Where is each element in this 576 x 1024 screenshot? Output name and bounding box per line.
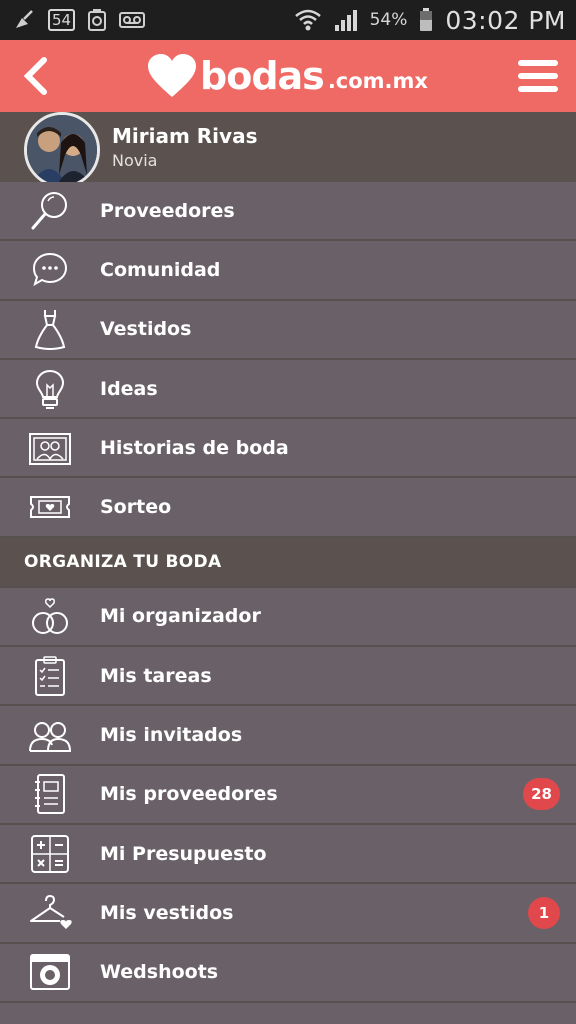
logo: bodas .com.mx: [146, 53, 428, 99]
chat-icon: [0, 241, 100, 298]
menu-item-sorteo[interactable]: Sorteo: [0, 478, 576, 538]
menu-item-historias-de-boda[interactable]: Historias de boda: [0, 419, 576, 479]
clock: 03:02 PM: [445, 5, 566, 35]
hamburger-menu-button[interactable]: [516, 48, 560, 104]
menu-item-comunidad[interactable]: Comunidad: [0, 241, 576, 301]
battery-icon: [419, 8, 433, 32]
chevron-left-icon: [23, 57, 47, 95]
menu-label: Vestidos: [100, 318, 192, 341]
menu-label: Comunidad: [100, 258, 221, 281]
menu-item-mi-presupuesto[interactable]: Mi Presupuesto: [0, 824, 576, 885]
app-bar: bodas .com.mx: [0, 40, 576, 112]
ticket-icon: [0, 478, 100, 535]
profile-role: Novia: [112, 151, 158, 170]
menu-label: Mis tareas: [100, 664, 212, 687]
status-bar: 54 54% 03:02 PM: [0, 0, 576, 40]
logo-domain: .com.mx: [327, 69, 428, 93]
wifi-icon: [294, 8, 322, 32]
menu-item-mis-vestidos[interactable]: Mis vestidos 1: [0, 884, 576, 944]
broom-icon: [14, 10, 36, 30]
menu-item-mis-invitados[interactable]: Mis invitados: [0, 706, 576, 766]
avatar[interactable]: [24, 112, 100, 188]
profile-name: Miriam Rivas: [112, 124, 258, 148]
menu-label: Wedshoots: [100, 961, 219, 984]
menu-label: Sorteo: [100, 496, 172, 519]
dress-icon: [0, 301, 100, 358]
menu-label: Proveedores: [100, 199, 235, 222]
calculator-icon: [0, 825, 100, 882]
menu-item-mis-proveedores[interactable]: Mis proveedores 28: [0, 765, 576, 825]
battery-percent: 54%: [369, 10, 408, 30]
rings-icon: [0, 588, 100, 645]
menu-label: Mi organizador: [100, 605, 261, 628]
checklist-icon: [0, 647, 100, 704]
section-header: ORGANIZA TU BODA: [0, 537, 576, 588]
menu-item-ideas[interactable]: Ideas: [0, 359, 576, 420]
guests-icon: [0, 706, 100, 763]
profile-header[interactable]: Miriam Rivas Novia: [0, 112, 576, 188]
menu-item-mi-organizador[interactable]: Mi organizador: [0, 587, 576, 648]
menu-label: Mis vestidos: [100, 901, 234, 924]
photos-icon: [0, 419, 100, 476]
search-icon: [0, 182, 100, 239]
lightbulb-icon: [0, 360, 100, 417]
avatar-photo-icon: [27, 115, 97, 185]
menu-label: Mi Presupuesto: [100, 842, 267, 865]
notification-count: 54: [48, 9, 76, 31]
hanger-icon: [0, 884, 100, 941]
side-menu: Proveedores Comunidad Vestidos Ideas His…: [0, 182, 576, 1003]
notebook-icon: [0, 766, 100, 823]
signal-icon: [334, 9, 358, 31]
menu-label: Mis invitados: [100, 724, 243, 747]
count-badge: 28: [523, 778, 560, 811]
menu-label: Mis proveedores: [100, 783, 278, 806]
menu-item-wedshoots[interactable]: Wedshoots: [0, 943, 576, 1003]
menu-label: Historias de boda: [100, 436, 289, 459]
hamburger-icon: [517, 60, 558, 92]
voicemail-icon: [119, 12, 146, 28]
section-title: ORGANIZA TU BODA: [24, 551, 222, 572]
menu-label: Ideas: [100, 377, 158, 400]
heart-icon: [148, 54, 197, 97]
logo-word: bodas: [200, 54, 325, 98]
camera-icon: [0, 944, 100, 1001]
menu-item-proveedores[interactable]: Proveedores: [0, 182, 576, 242]
recycle-icon: [87, 9, 107, 31]
back-button[interactable]: [14, 48, 58, 104]
count-badge: 1: [528, 896, 560, 929]
menu-item-mis-tareas[interactable]: Mis tareas: [0, 647, 576, 707]
menu-item-vestidos[interactable]: Vestidos: [0, 300, 576, 360]
